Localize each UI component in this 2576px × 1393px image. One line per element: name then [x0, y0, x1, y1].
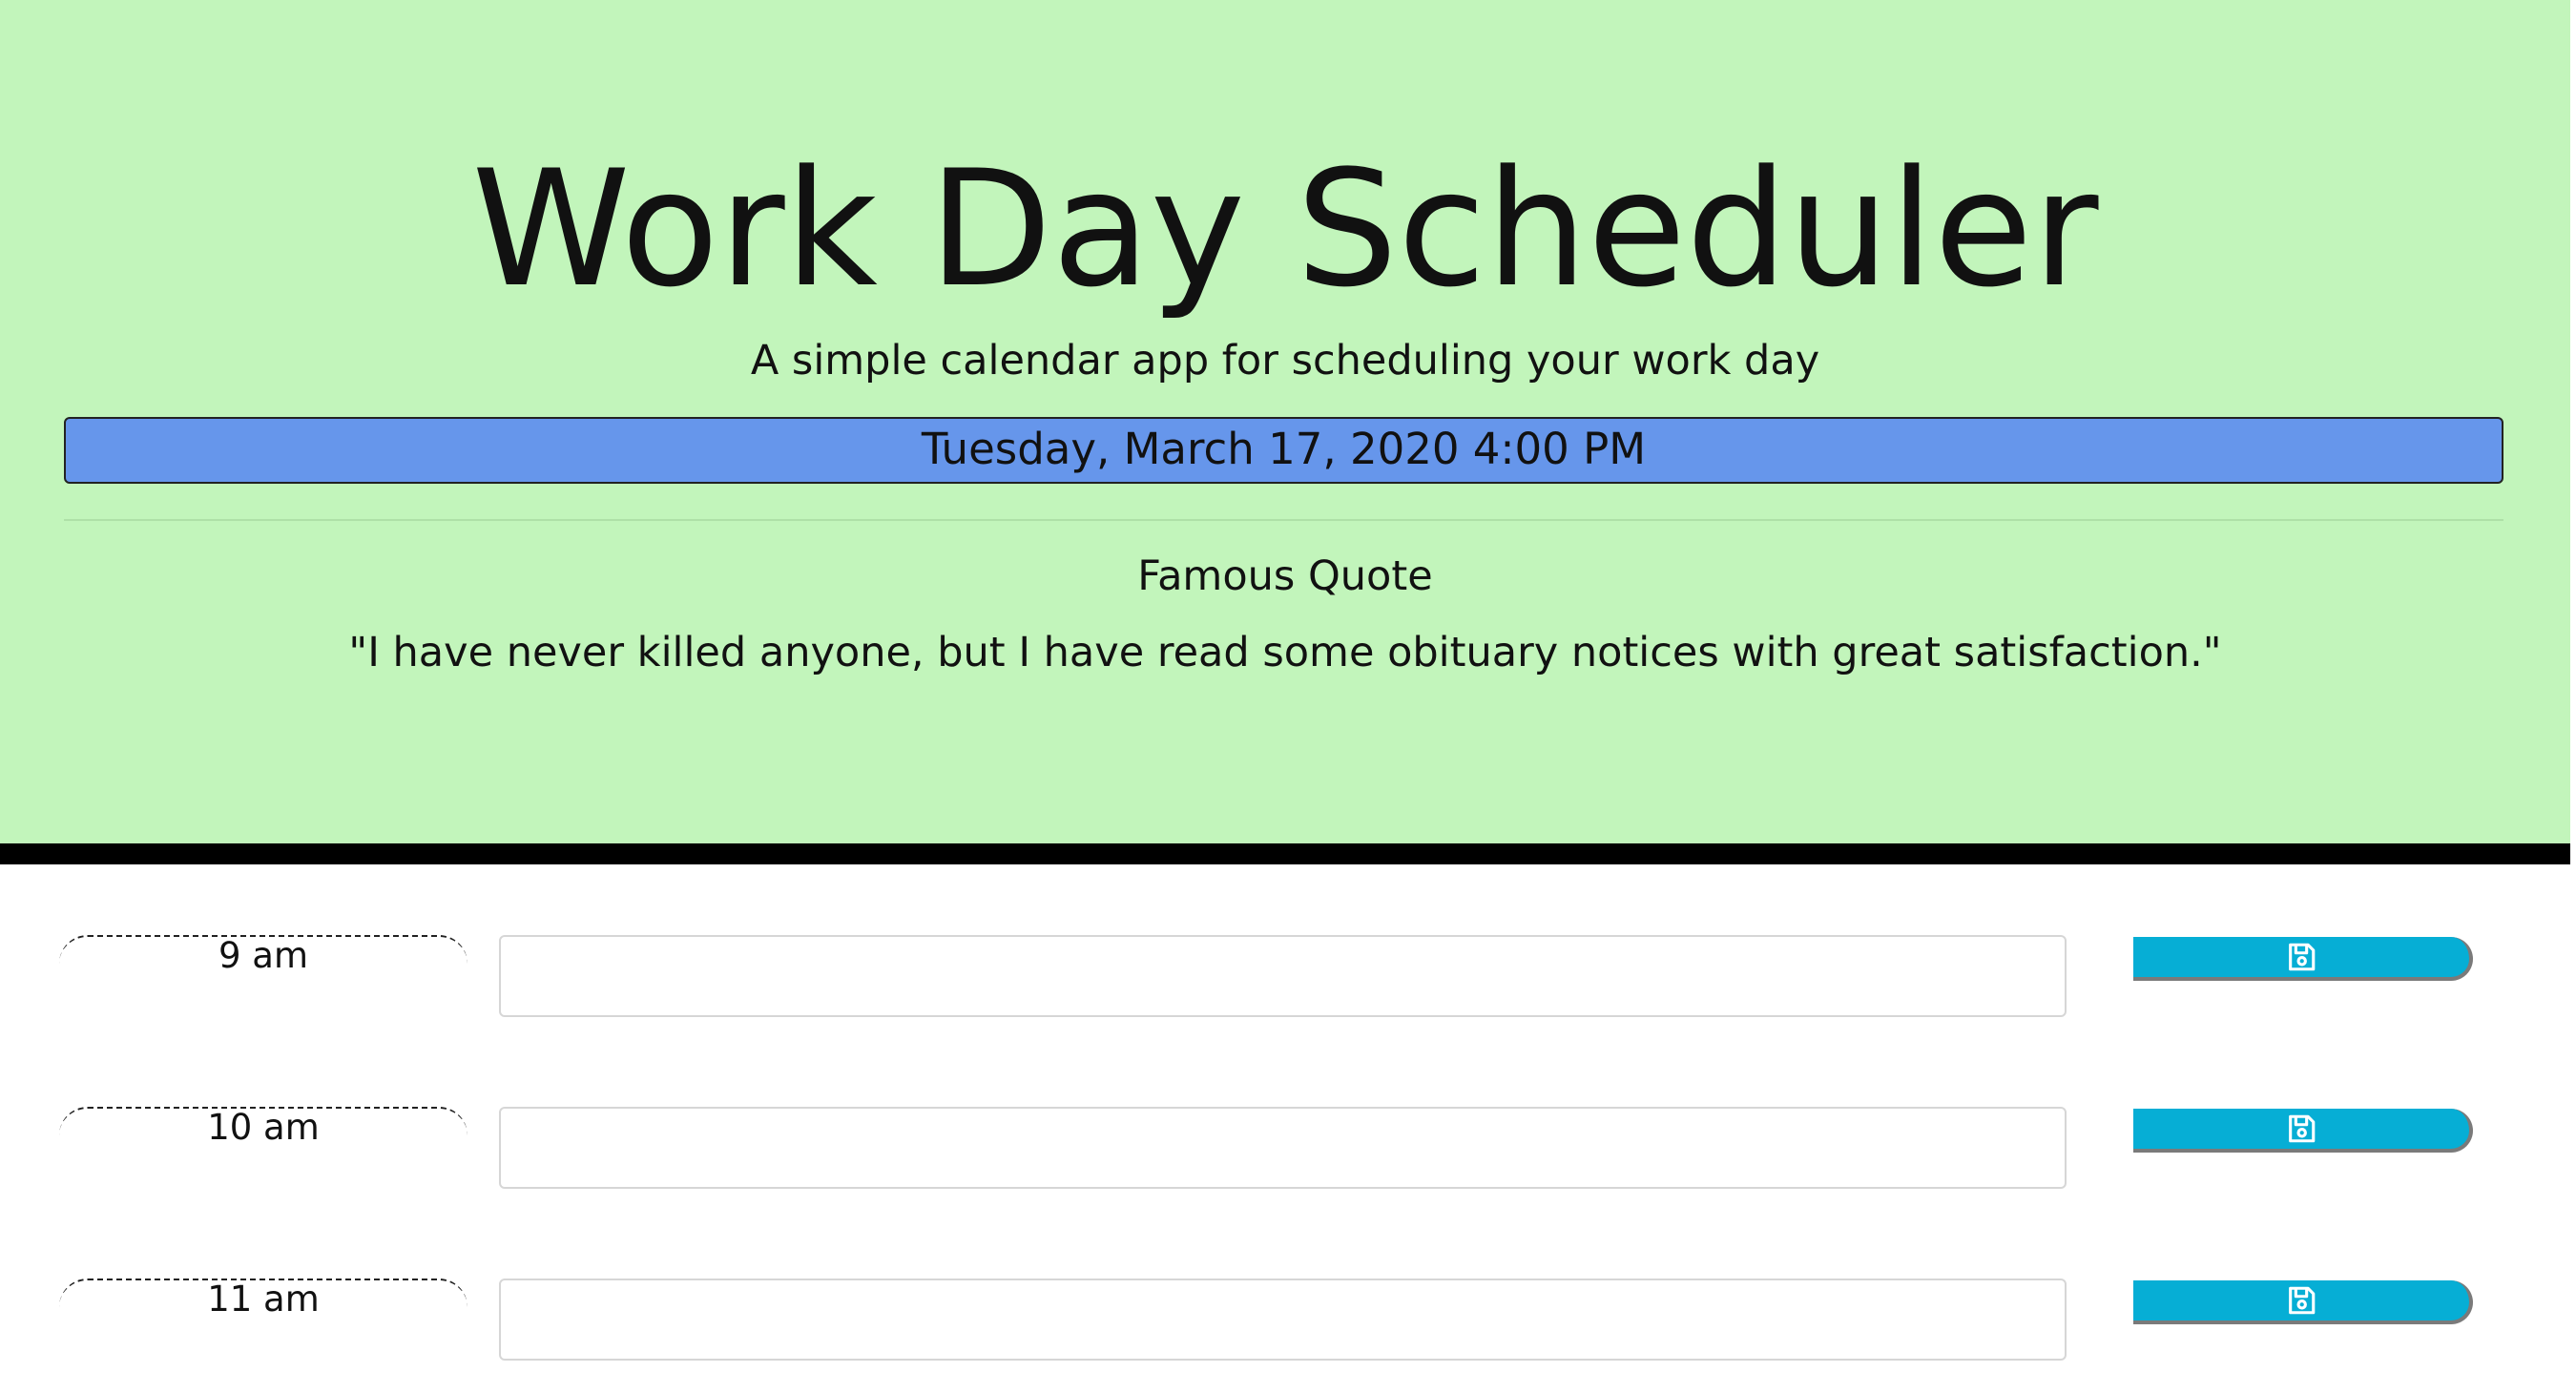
floppy-disk-icon: [2285, 1112, 2317, 1145]
hour-label: 9 am: [59, 935, 467, 988]
header-separator-bar: [0, 843, 2570, 864]
time-block-row: 11 am: [0, 1279, 2570, 1374]
save-button[interactable]: [2133, 937, 2473, 981]
page-subtitle: A simple calendar app for scheduling you…: [750, 337, 1820, 385]
header-divider: [64, 519, 2503, 521]
header-jumbotron: Work Day Scheduler A simple calendar app…: [0, 0, 2570, 843]
save-button[interactable]: [2133, 1280, 2473, 1324]
time-block-row: 10 am: [0, 1107, 2570, 1202]
page-title: Work Day Scheduler: [471, 135, 2099, 322]
event-input[interactable]: [499, 1279, 2067, 1361]
floppy-disk-icon: [2285, 941, 2317, 973]
current-day-display: Tuesday, March 17, 2020 4:00 PM: [64, 417, 2503, 484]
event-input[interactable]: [499, 1107, 2067, 1189]
event-input[interactable]: [499, 935, 2067, 1017]
floppy-disk-icon: [2285, 1284, 2317, 1317]
quote-text: "I have never killed anyone, but I have …: [348, 629, 2222, 676]
hour-label: 10 am: [59, 1107, 467, 1160]
save-button[interactable]: [2133, 1109, 2473, 1153]
hour-label: 11 am: [59, 1279, 467, 1332]
time-block-row: 9 am: [0, 935, 2570, 1030]
scheduler-page: Work Day Scheduler A simple calendar app…: [0, 0, 2576, 1393]
quote-heading: Famous Quote: [1137, 552, 1433, 600]
